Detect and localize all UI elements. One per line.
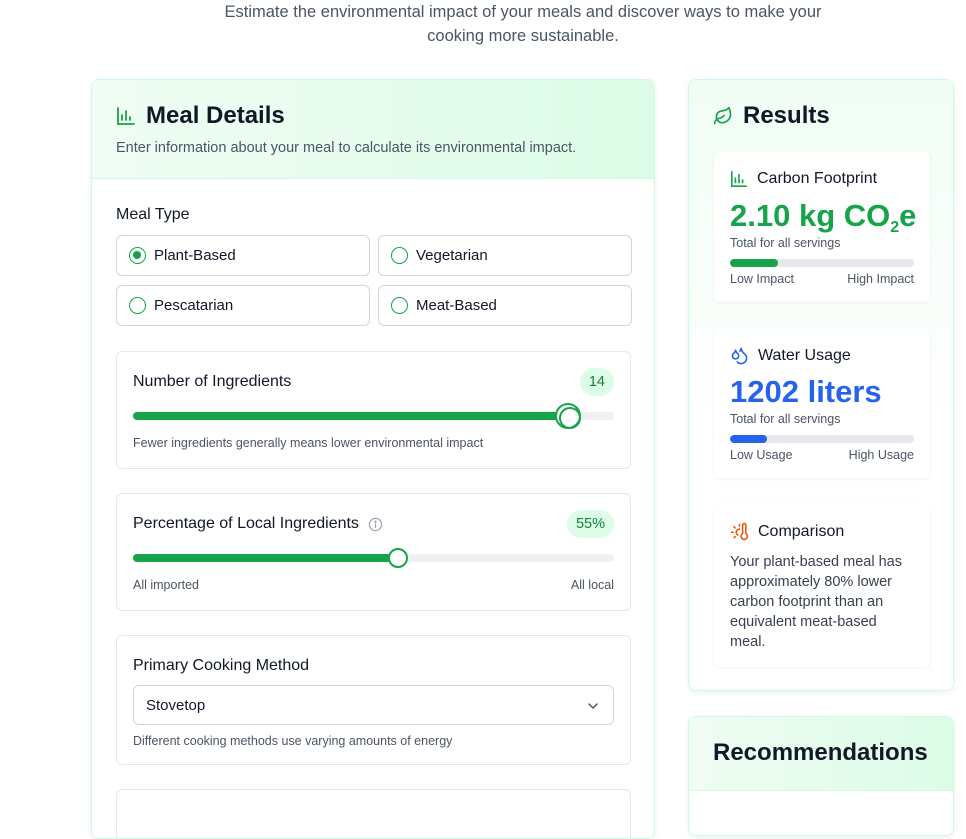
recommendations-card: Recommendations xyxy=(688,716,954,836)
meal-type-option-label: Plant-Based xyxy=(154,247,236,264)
water-usage-bar xyxy=(730,435,914,443)
meal-type-option-vegetarian[interactable]: Vegetarian xyxy=(378,235,632,276)
thermometer-sun-icon xyxy=(730,522,749,541)
carbon-value-subscript: 2 xyxy=(890,219,900,236)
cooking-method-section: Primary Cooking Method Stovetop Differen… xyxy=(116,635,631,765)
water-caption: Total for all servings xyxy=(730,412,841,426)
water-usage-bar-fill xyxy=(730,435,767,443)
bar-chart-icon xyxy=(730,170,748,188)
water-usage-value: 1202 liters xyxy=(730,374,882,409)
carbon-low-label: Low Impact xyxy=(730,272,794,286)
intro-line-2: cooking more sustainable. xyxy=(427,27,619,45)
water-usage-label: Water Usage xyxy=(758,346,851,364)
local-ingredients-label: Percentage of Local Ingredients xyxy=(133,515,359,532)
meal-type-option-pescatarian[interactable]: Pescatarian xyxy=(116,285,370,326)
local-ingredients-value-badge: 55% xyxy=(566,510,614,538)
local-min-label: All imported xyxy=(133,578,199,592)
carbon-footprint-value: 2.10 kg CO2e xyxy=(730,198,916,237)
carbon-impact-bar-fill xyxy=(730,259,778,267)
comparison-text: Your plant-based meal has approximately … xyxy=(730,554,902,650)
cooking-method-label: Primary Cooking Method xyxy=(133,657,310,674)
results-title: Results xyxy=(743,102,830,129)
meal-type-option-meat-based[interactable]: Meat-Based xyxy=(378,285,632,326)
results-card: Results Carbon Footprint 2.10 kg CO2e To… xyxy=(688,79,954,691)
carbon-footprint-card: Carbon Footprint 2.10 kg CO2e Total for … xyxy=(714,152,930,302)
meal-type-option-label: Meat-Based xyxy=(416,297,497,314)
next-section xyxy=(116,789,631,838)
intro-line-1: Estimate the environmental impact of you… xyxy=(224,3,822,21)
chevron-down-icon xyxy=(588,703,598,709)
ingredients-slider[interactable] xyxy=(133,403,614,429)
recommendations-title: Recommendations xyxy=(713,739,928,766)
cooking-method-selected: Stovetop xyxy=(146,696,206,714)
ingredients-label: Number of Ingredients xyxy=(133,373,292,390)
local-ingredients-slider[interactable] xyxy=(133,548,614,568)
comparison-card: Comparison Your plant-based meal has app… xyxy=(714,504,930,667)
ingredients-slider-thumb[interactable] xyxy=(555,403,582,429)
meal-type-option-plant-based[interactable]: Plant-Based xyxy=(116,235,370,276)
water-low-label: Low Usage xyxy=(730,448,793,462)
local-ingredients-slider-thumb[interactable] xyxy=(387,548,408,568)
ingredients-slider-fill xyxy=(133,412,569,420)
recommendations-header: Recommendations xyxy=(689,717,953,791)
water-high-label: High Usage xyxy=(848,448,914,462)
leaf-icon xyxy=(713,106,732,125)
carbon-caption: Total for all servings xyxy=(730,236,841,250)
local-ingredients-slider-fill xyxy=(133,554,398,562)
radio-unselected-icon xyxy=(391,297,408,314)
page-intro: Estimate the environmental impact of you… xyxy=(160,0,886,48)
local-ingredients-section: Percentage of Local Ingredients 55% All … xyxy=(116,493,631,611)
local-max-label: All local xyxy=(570,578,614,592)
radio-unselected-icon xyxy=(391,247,408,264)
cooking-method-hint: Different cooking methods use varying am… xyxy=(133,734,453,748)
droplets-icon xyxy=(731,347,748,365)
ingredients-section: Number of Ingredients 14 Fewer ingredien… xyxy=(116,351,631,469)
carbon-high-label: High Impact xyxy=(847,272,914,286)
radio-selected-icon xyxy=(129,247,146,264)
carbon-value-suffix: e xyxy=(899,198,917,233)
meal-type-option-label: Vegetarian xyxy=(416,247,488,264)
bar-chart-icon xyxy=(117,107,135,125)
meal-details-title: Meal Details xyxy=(146,102,285,129)
meal-details-card: Meal Details Enter information about you… xyxy=(91,79,655,839)
meal-type-label: Meal Type xyxy=(116,206,190,223)
carbon-value-main: 2.10 kg CO xyxy=(730,198,891,233)
water-usage-card: Water Usage 1202 liters Total for all se… xyxy=(714,328,930,478)
info-icon[interactable] xyxy=(368,517,383,532)
ingredients-value-badge: 14 xyxy=(579,368,614,396)
carbon-impact-bar xyxy=(730,259,914,267)
meal-type-option-label: Pescatarian xyxy=(154,297,234,314)
radio-unselected-icon xyxy=(129,297,146,314)
ingredients-hint: Fewer ingredients generally means lower … xyxy=(133,436,484,450)
meal-details-subtitle: Enter information about your meal to cal… xyxy=(116,140,577,156)
cooking-method-select[interactable]: Stovetop xyxy=(133,685,614,725)
comparison-label: Comparison xyxy=(758,522,845,540)
carbon-footprint-label: Carbon Footprint xyxy=(757,170,878,187)
meal-details-header: Meal Details Enter information about you… xyxy=(92,80,654,179)
